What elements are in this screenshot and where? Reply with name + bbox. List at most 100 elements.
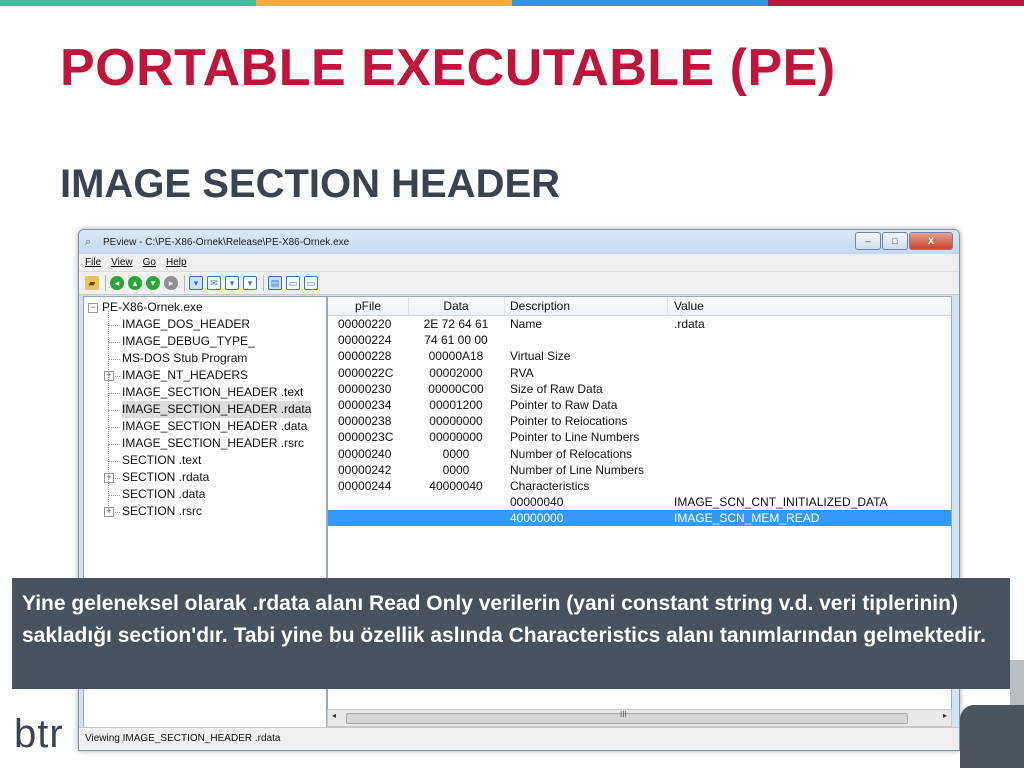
menu-file[interactable]: File <box>85 257 101 268</box>
table-row[interactable]: 00000228 00000A18 Virtual Size <box>328 348 951 364</box>
dword-view-icon[interactable]: ▭ <box>304 276 318 290</box>
table-row[interactable]: 00000230 00000C00 Size of Raw Data <box>328 381 951 397</box>
scroll-left-icon[interactable]: ◂ <box>332 711 336 720</box>
window-titlebar[interactable]: ⌕ PEview - C:\PE-X86-Ornek\Release\PE-X8… <box>79 230 959 254</box>
expand-icon[interactable]: + <box>104 507 114 517</box>
cell-data: 00001200 <box>429 398 483 412</box>
caption-box: Yine geleneksel olarak .rdata alanı Read… <box>12 578 1010 689</box>
scroll-thumb[interactable] <box>346 713 908 724</box>
cell-pfile: 00000242 <box>338 462 392 477</box>
maximize-button[interactable]: □ <box>882 232 908 250</box>
table-row[interactable]: 00000242 0000 Number of Line Numbers <box>328 462 951 478</box>
go-last-icon[interactable]: ▸ <box>164 276 178 290</box>
table-row[interactable]: 00000238 00000000 Pointer to Relocations <box>328 413 951 429</box>
cell-value: IMAGE_SCN_MEM_READ <box>674 511 820 526</box>
app-icon: ⌕ <box>85 236 92 248</box>
cell-data: 00000000 <box>429 430 483 445</box>
tree-item[interactable]: IMAGE_SECTION_HEADER .data <box>122 418 307 435</box>
toolbar-separator <box>105 275 106 291</box>
tree-item[interactable]: PE-X86-Ornek.exe <box>102 299 203 316</box>
toolbar: ▰ ◂ ▴ ▾ ▸ ▾ ✉ ▾ ▾ ▤ ▭ ▭ <box>79 272 959 295</box>
menu-bar: File View Go Help <box>79 254 959 272</box>
table-row[interactable]: 00000240 0000 Number of Relocations <box>328 446 951 462</box>
view-mode-1-icon[interactable]: ▾ <box>189 276 203 290</box>
byte-view-icon[interactable]: ▤ <box>268 276 282 290</box>
top-color-segment-3 <box>512 0 768 6</box>
view-mode-4-icon[interactable]: ▾ <box>243 276 257 290</box>
cell-pfile: 0000022C <box>338 365 394 380</box>
toolbar-separator <box>184 275 185 291</box>
expand-icon[interactable]: + <box>104 473 114 483</box>
cell-description: Virtual Size <box>510 349 571 364</box>
cell-data: 74 61 00 00 <box>424 333 488 348</box>
cell-pfile: 00000220 <box>338 317 392 331</box>
go-back-icon[interactable]: ▴ <box>128 276 142 290</box>
view-mode-2-icon[interactable]: ✉ <box>207 276 221 290</box>
cell-pfile: 00000238 <box>338 414 392 429</box>
tree-connector <box>108 311 109 512</box>
cell-description: Pointer to Relocations <box>510 414 628 429</box>
table-header: pFile Data Description Value <box>328 297 951 316</box>
table-row[interactable]: 0000022C 00002000 RVA <box>328 365 951 381</box>
go-first-icon[interactable]: ◂ <box>110 276 124 290</box>
cell-description: 00000040 <box>510 495 564 510</box>
slide-title: PORTABLE EXECUTABLE (PE) <box>60 39 836 97</box>
table-row[interactable]: 0000023C 00000000 Pointer to Line Numbers <box>328 429 951 445</box>
close-button[interactable]: X <box>909 232 953 250</box>
cell-value: IMAGE_SCN_CNT_INITIALIZED_DATA <box>674 495 888 510</box>
minimize-button[interactable]: – <box>855 232 881 250</box>
tree-item[interactable]: MS-DOS Stub Program <box>122 350 247 367</box>
tree-connector <box>108 444 120 445</box>
tree-item[interactable]: IMAGE_NT_HEADERS <box>122 367 248 384</box>
cell-description: Size of Raw Data <box>510 381 603 396</box>
column-header-pfile[interactable]: pFile <box>328 297 409 315</box>
caption-text: Yine geleneksel olarak .rdata alanı Read… <box>22 592 986 647</box>
table-row[interactable]: 00000040 IMAGE_SCN_CNT_INITIALIZED_DATA <box>328 494 951 510</box>
table-row[interactable]: 00000244 40000040 Characteristics <box>328 478 951 494</box>
table-row[interactable]: 00000234 00001200 Pointer to Raw Data <box>328 397 951 413</box>
tree-connector <box>108 325 120 326</box>
column-header-data[interactable]: Data <box>408 297 505 315</box>
tree-item[interactable]: SECTION .text <box>122 452 201 469</box>
tree-item[interactable]: IMAGE_DOS_HEADER <box>122 316 250 333</box>
cell-pfile: 00000240 <box>338 446 392 461</box>
tree-item[interactable]: IMAGE_SECTION_HEADER .rsrc <box>122 435 304 452</box>
menu-view[interactable]: View <box>111 257 133 268</box>
cell-data: 00000000 <box>429 414 483 429</box>
open-file-icon[interactable]: ▰ <box>85 276 99 290</box>
view-mode-3-icon[interactable]: ▾ <box>225 276 239 290</box>
cell-value: .rdata <box>674 317 705 331</box>
tree-connector <box>108 393 120 394</box>
column-header-description[interactable]: Description <box>504 297 668 315</box>
tree-item[interactable]: SECTION .rsrc <box>122 503 202 520</box>
scroll-right-icon[interactable]: ▸ <box>943 711 947 720</box>
menu-go[interactable]: Go <box>143 257 156 268</box>
collapse-icon[interactable]: − <box>88 303 98 313</box>
cell-pfile: 00000244 <box>338 479 392 493</box>
top-color-bar <box>0 0 1024 6</box>
cell-description: Pointer to Raw Data <box>510 398 618 412</box>
table-row[interactable]: 00000220 2E 72 64 61 Name .rdata <box>328 316 951 332</box>
tree-item[interactable]: IMAGE_DEBUG_TYPE_ <box>122 333 255 350</box>
window-controls: – □ X <box>854 232 953 250</box>
column-header-value[interactable]: Value <box>668 297 951 315</box>
cell-data: 2E 72 64 61 <box>423 317 489 331</box>
tree-item[interactable]: IMAGE_SECTION_HEADER .rdata <box>122 401 312 418</box>
tree-connector <box>108 359 120 360</box>
tree-connector <box>108 427 120 428</box>
tree-item[interactable]: IMAGE_SECTION_HEADER .text <box>122 384 303 401</box>
table-row[interactable]: 40000000 IMAGE_SCN_MEM_READ <box>328 510 951 527</box>
word-view-icon[interactable]: ▭ <box>286 276 300 290</box>
top-color-segment-4 <box>768 0 1024 6</box>
tree-item[interactable]: SECTION .data <box>122 486 205 503</box>
decorative-corner <box>960 705 1024 768</box>
horizontal-scrollbar[interactable]: ◂ III ▸ <box>327 709 952 727</box>
status-bar: Viewing IMAGE_SECTION_HEADER .rdata <box>79 727 959 750</box>
table-row[interactable]: 00000224 74 61 00 00 <box>328 332 951 348</box>
slide-subtitle: IMAGE SECTION HEADER <box>60 162 561 206</box>
expand-icon[interactable]: + <box>104 371 114 381</box>
go-forward-icon[interactable]: ▾ <box>146 276 160 290</box>
toolbar-separator <box>263 275 264 291</box>
menu-help[interactable]: Help <box>166 257 187 268</box>
tree-item[interactable]: SECTION .rdata <box>122 469 209 486</box>
